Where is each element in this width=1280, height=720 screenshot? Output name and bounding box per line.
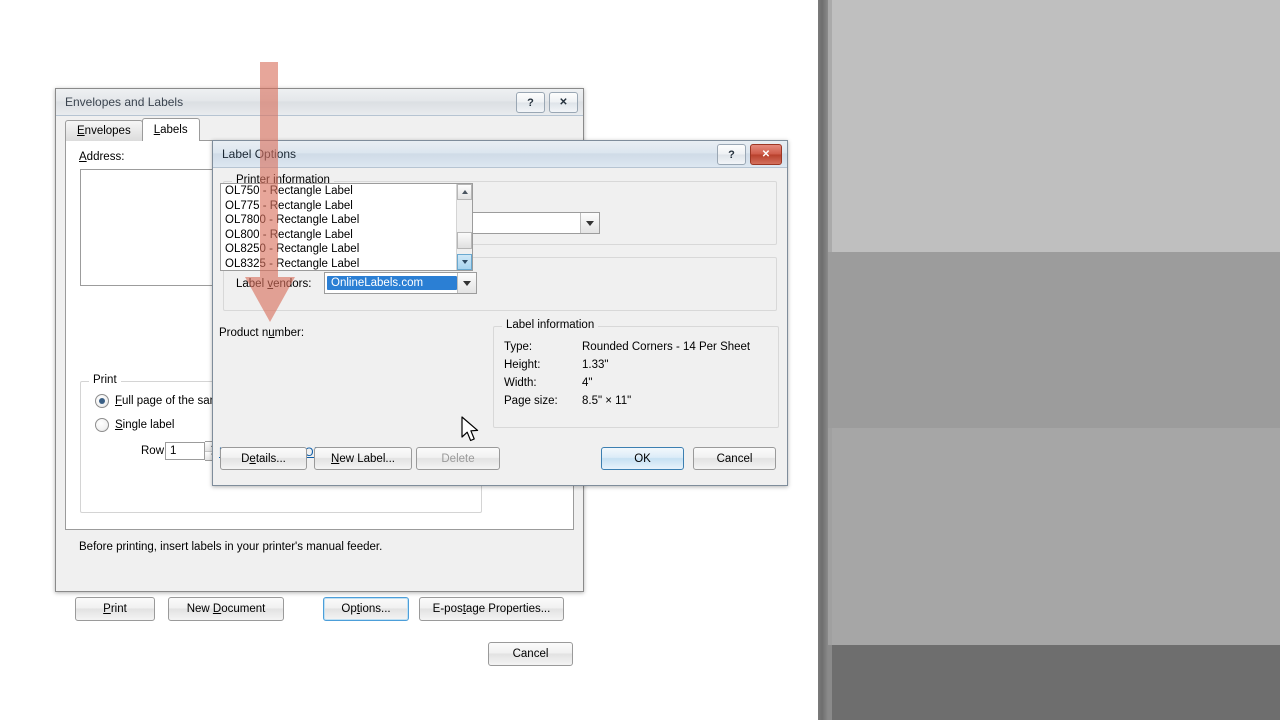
delete-button: Delete: [416, 447, 500, 470]
epostage-properties-button[interactable]: E-postage Properties...: [419, 597, 564, 621]
label-vendors-label: Label vendors:: [236, 278, 312, 290]
row-stepper-value[interactable]: 1: [165, 442, 205, 460]
print-button[interactable]: Print: [75, 597, 155, 621]
scroll-up-glyph: [461, 190, 468, 194]
background-band-2: [828, 252, 1280, 428]
label-vendors-chevron-down-icon[interactable]: [457, 273, 476, 293]
tab-labels-label-rest: abels: [160, 124, 188, 136]
info-key: Page size:: [504, 395, 558, 407]
background-band-1: [828, 0, 1280, 252]
label-info-panel: Label information Type: Rounded Corners …: [493, 319, 779, 428]
tab-envelopes[interactable]: Envelopes: [65, 120, 143, 141]
list-item[interactable]: OL8325 - Rectangle Label: [221, 257, 472, 271]
product-number-label: Product number:: [219, 327, 305, 339]
label-options-close-icon[interactable]: ✕: [750, 144, 782, 165]
scrollbar-thumb[interactable]: [457, 232, 472, 249]
options-button[interactable]: Options...: [323, 597, 409, 621]
label-vendors-select-value: OnlineLabels.com: [327, 276, 457, 290]
tab-labels[interactable]: Labels: [141, 118, 200, 141]
radio-full-page-indicator: [95, 394, 109, 408]
label-options-help-glyph: ?: [728, 148, 735, 161]
list-item[interactable]: OL775 - Rectangle Label: [221, 199, 472, 214]
address-label: Address:: [79, 151, 125, 163]
envelopes-titlebar-buttons: ? ✕: [516, 92, 578, 113]
radio-single-label[interactable]: Single label: [95, 418, 174, 432]
envelopes-dialog-title: Envelopes and Labels: [65, 95, 184, 109]
envelopes-tabstrip: Envelopes Labels: [65, 118, 200, 141]
tab-envelopes-label-rest: nvelopes: [84, 125, 131, 137]
label-options-titlebar-buttons: ? ✕: [717, 144, 782, 165]
info-value: 8.5" × 11": [582, 395, 632, 407]
label-options-close-glyph: ✕: [761, 149, 771, 160]
label-info-panel-title: Label information: [502, 319, 599, 331]
list-item[interactable]: OL8250 - Rectangle Label: [221, 242, 472, 257]
product-list-scrollbar[interactable]: [456, 184, 472, 270]
label-vendors-select[interactable]: OnlineLabels.com: [324, 272, 477, 294]
product-number-list[interactable]: OL750 - Rectangle Label OL775 - Rectangl…: [220, 183, 473, 271]
background-band-3: [828, 428, 1280, 645]
info-value: Rounded Corners - 14 Per Sheet: [582, 341, 751, 353]
screen-root: Envelopes and Labels ? ✕ Envelopes Label…: [0, 0, 1280, 720]
close-icon[interactable]: ✕: [549, 92, 578, 113]
print-group-title: Print: [89, 374, 121, 386]
list-item[interactable]: OL7800 - Rectangle Label: [221, 213, 472, 228]
list-item[interactable]: OL750 - Rectangle Label: [221, 184, 472, 199]
label-options-title: Label Options: [222, 147, 297, 161]
vendors-chevron-glyph: [463, 280, 471, 286]
scroll-up-arrow-icon[interactable]: [457, 184, 472, 200]
scroll-down-glyph: [461, 260, 468, 264]
label-options-titlebar: Label Options ? ✕: [213, 141, 787, 168]
list-item[interactable]: OL800 - Rectangle Label: [221, 228, 472, 243]
background-edge-strip: [818, 0, 828, 720]
help-icon[interactable]: ?: [516, 92, 545, 113]
radio-single-label-label: Single label: [115, 419, 175, 431]
new-label-button[interactable]: New Label...: [314, 447, 412, 470]
tray-select-chevron-down-icon[interactable]: [580, 213, 599, 233]
row-label: Row:: [141, 445, 168, 457]
help-icon-glyph: ?: [527, 96, 534, 109]
envelopes-dialog-titlebar: Envelopes and Labels ? ✕: [56, 89, 583, 116]
background-band-4: [828, 645, 1280, 720]
label-options-dialog: Label Options ? ✕ Printer information Co…: [212, 140, 788, 486]
envelopes-cancel-button[interactable]: Cancel: [488, 642, 573, 666]
label-options-help-icon[interactable]: ?: [717, 144, 746, 165]
background-edge-strip-inner: [828, 0, 832, 720]
ok-button[interactable]: OK: [601, 447, 684, 470]
info-key: Width:: [504, 377, 537, 389]
info-key: Height:: [504, 359, 541, 371]
info-key: Type:: [504, 341, 533, 353]
info-value: 1.33": [582, 359, 609, 371]
label-options-cancel-button[interactable]: Cancel: [693, 447, 776, 470]
radio-single-label-indicator: [95, 418, 109, 432]
manual-feeder-note: Before printing, insert labels in your p…: [79, 541, 383, 553]
details-button[interactable]: Details...: [220, 447, 307, 470]
tray-chevron-glyph: [586, 220, 594, 226]
scroll-down-arrow-icon[interactable]: [457, 254, 472, 270]
close-icon-glyph: ✕: [559, 97, 568, 108]
new-document-button[interactable]: New Document: [168, 597, 284, 621]
info-value: 4": [582, 377, 593, 389]
